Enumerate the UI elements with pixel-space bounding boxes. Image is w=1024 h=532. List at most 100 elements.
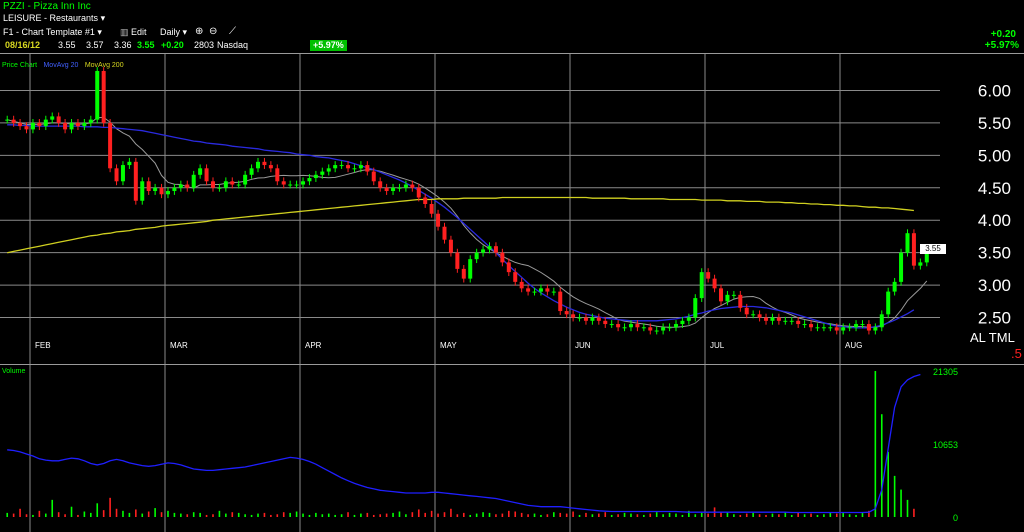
candle-body [371, 171, 376, 182]
candle-body [738, 294, 743, 308]
candle-body [609, 324, 614, 326]
candle-body [751, 314, 756, 316]
sector-dropdown[interactable]: LEISURE - Restaurants ▾ [3, 13, 105, 24]
volume-bar [887, 451, 890, 517]
zoom-in-icon[interactable]: ⊕ [195, 26, 203, 37]
sector-label: LEISURE - Restaurants [3, 13, 99, 23]
volume-bar [520, 512, 523, 517]
candle-body [731, 294, 736, 296]
candle-body [410, 184, 415, 188]
volume-bar [636, 514, 639, 517]
candle-body [230, 181, 235, 185]
volume-bar [765, 514, 767, 517]
candle-body [43, 119, 48, 127]
candle-body [448, 239, 453, 253]
volume-bar [379, 514, 381, 517]
volume-bar [456, 514, 459, 517]
volume-bar [752, 512, 754, 517]
volume-bar [109, 497, 111, 517]
volume-bar [102, 510, 105, 517]
candle-body [333, 165, 338, 169]
period-dropdown[interactable]: Daily ▾ [160, 27, 187, 38]
candle-body [69, 122, 74, 130]
candle-body [706, 272, 711, 279]
candle-body [493, 246, 498, 253]
candle-body [326, 168, 331, 172]
candle-body [56, 116, 61, 123]
candle-body [764, 317, 769, 321]
candle-body [268, 165, 273, 169]
volume-bar [623, 512, 626, 517]
candle-body [11, 119, 16, 123]
volume-bar [649, 513, 652, 517]
candle-body [815, 327, 820, 329]
candle-body [172, 187, 177, 192]
candle-body [320, 171, 325, 175]
candle-body [667, 327, 672, 329]
template-dropdown[interactable]: F1 - Chart Template #1 ▾ [3, 27, 102, 38]
candle-body [114, 168, 119, 182]
volume-bar [225, 513, 227, 517]
volume-bar [700, 512, 703, 517]
candle-body [140, 181, 145, 201]
volume-bar [302, 513, 304, 517]
candle-body [210, 181, 215, 188]
candle-body [532, 291, 537, 293]
candle-body [603, 320, 608, 325]
volume-bar [829, 512, 832, 517]
candle-body [249, 168, 254, 175]
volume-bar [44, 513, 47, 517]
volume-bar [289, 512, 291, 517]
volume-bar [707, 513, 709, 517]
volume-bar [559, 512, 562, 517]
candle-body [558, 291, 563, 312]
volume-bar [38, 510, 41, 517]
candle-body [776, 317, 781, 321]
candle-body [834, 327, 839, 331]
price-chart[interactable]: FEB MAR APR MAY JUN JUL AUG 6.00 5.50 5.00 4.50 4.0… [0, 54, 1024, 364]
volume-bar [160, 512, 163, 517]
edit-button[interactable]: ▥ Edit [120, 27, 147, 38]
candle-body [886, 291, 891, 315]
volume-bar [855, 514, 857, 517]
chevron-down-icon: ▾ [182, 27, 188, 37]
candle-body [442, 226, 447, 240]
volume-bar [913, 508, 915, 517]
zoom-out-icon[interactable]: ⊖ [209, 26, 217, 37]
draw-tool-icon[interactable]: ⟋ [229, 26, 236, 37]
candle-body [133, 161, 138, 201]
volume-bar [135, 509, 137, 517]
volume-bar [507, 510, 510, 517]
candle-body [564, 311, 569, 315]
template-label: F1 - Chart Template #1 [3, 27, 95, 37]
volume-bar [681, 514, 684, 517]
candle-body [616, 324, 621, 328]
volume-bar [617, 514, 619, 517]
candle-body [854, 324, 859, 328]
candle-body [178, 184, 183, 188]
volume-bar [353, 514, 356, 517]
volume-bar [591, 514, 594, 517]
candle-body [712, 278, 717, 289]
volume-bar [745, 513, 748, 517]
volume-bar [64, 514, 66, 517]
candle-body [236, 184, 241, 186]
volume-bar [12, 513, 15, 517]
y-tick-label: 4.00 [978, 211, 1011, 230]
volume-chart[interactable]: 21305 10653 0 [0, 365, 1024, 532]
candle-body [397, 187, 402, 189]
volume-bar [610, 514, 613, 517]
candle-body [892, 281, 897, 292]
last-price-marker: 3.55 [920, 244, 946, 254]
ma200-line [7, 196, 914, 254]
candle-body [519, 281, 524, 289]
volume-bar [270, 514, 272, 517]
quote-open: 3.55 [58, 40, 76, 50]
volume-bar [417, 509, 420, 517]
volume-tick-label: 10653 [933, 440, 958, 450]
ma10-line [7, 116, 928, 328]
volume-bar [848, 514, 851, 517]
chart-header: PZZI - Pizza Inn Inc LEISURE - Restauran… [0, 0, 1024, 54]
candle-body [873, 327, 878, 331]
volume-bar [257, 513, 259, 517]
